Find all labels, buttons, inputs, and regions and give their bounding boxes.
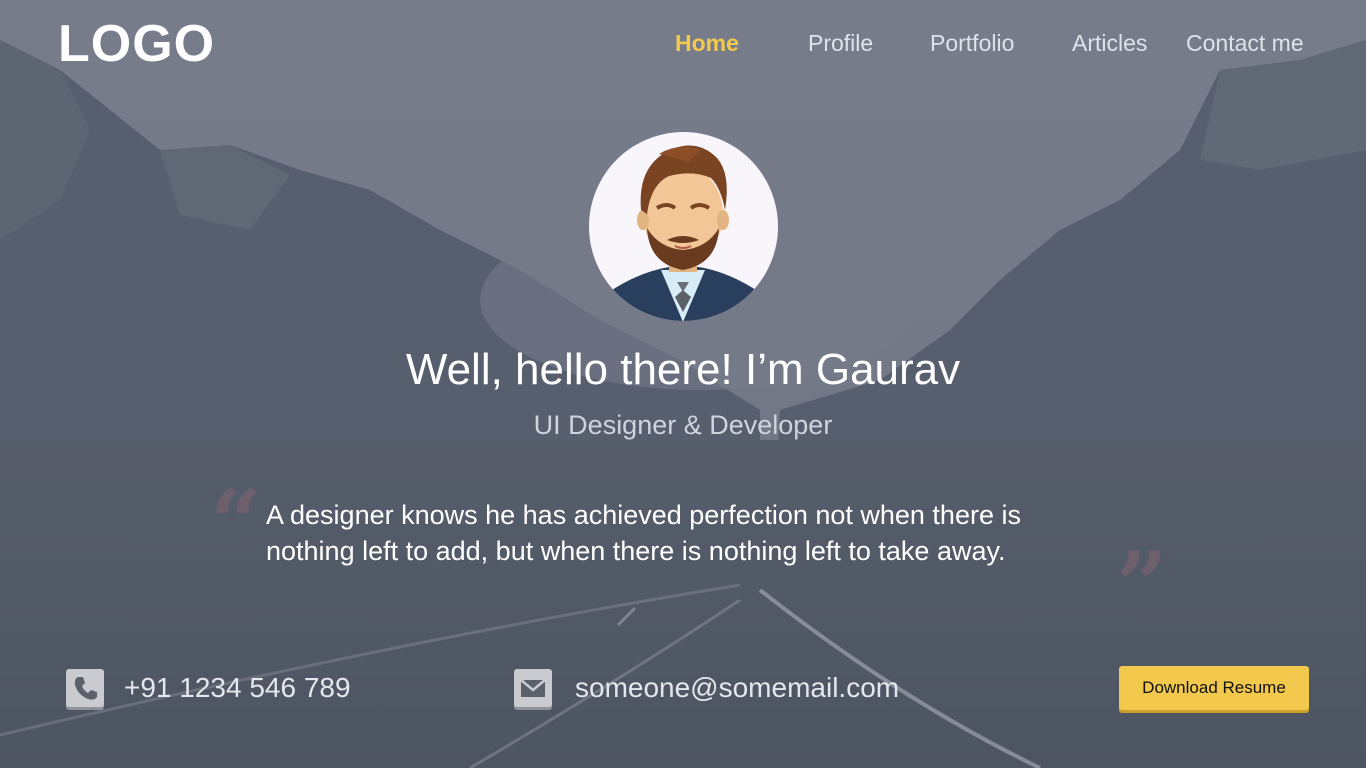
phone-number[interactable]: +91 1234 546 789 [124,672,351,704]
avatar-illustration [609,145,759,321]
nav-item-home[interactable]: Home [675,30,739,57]
download-resume-button[interactable]: Download Resume [1119,666,1309,710]
phone-icon [66,669,104,707]
email-address[interactable]: someone@somemail.com [575,672,899,704]
nav-item-portfolio[interactable]: Portfolio [930,30,1014,57]
main-nav: Home Profile Portfolio Articles Contact … [0,30,1366,60]
close-quote-icon: ” [1116,532,1168,638]
mail-icon [514,669,552,707]
quote-line-2: nothing left to add, but when there is n… [266,536,1006,566]
quote-line-1: A designer knows he has achieved perfect… [266,500,1021,530]
nav-item-contact[interactable]: Contact me [1186,30,1304,57]
avatar [589,132,778,321]
open-quote-icon: “ [210,470,262,576]
hero-subtitle: UI Designer & Developer [533,410,833,440]
quote-text: A designer knows he has achieved perfect… [266,497,1126,569]
nav-item-articles[interactable]: Articles [1072,30,1147,57]
nav-item-profile[interactable]: Profile [808,30,873,57]
hero-title: Well, hello there! I’m Gaurav [405,345,961,394]
